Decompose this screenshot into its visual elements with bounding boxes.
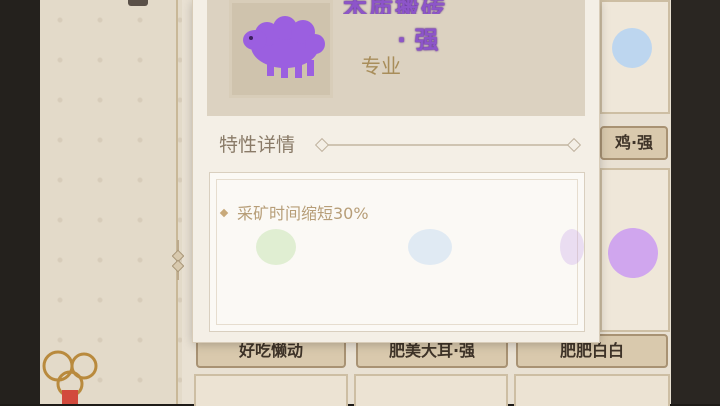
left-divider [176, 0, 178, 404]
ghost-green-icon [256, 229, 296, 265]
trait-text: 采矿时间缩短30% [237, 204, 369, 223]
purple-sheep-icon [243, 16, 325, 78]
left-edge [0, 0, 40, 404]
right-edge [668, 0, 720, 404]
bullet-icon [219, 208, 229, 217]
section-title: 特性详情 [219, 134, 296, 156]
trait-popup: 木质搬砖 · 强 专业 特性详情 采矿时间缩短30% [193, 0, 599, 342]
portrait-frame [229, 0, 333, 98]
section-divider [323, 144, 573, 146]
trait-detail-box [209, 172, 585, 332]
chinese-knot-icon[interactable] [40, 344, 106, 404]
trait-item: 采矿时间缩短30% [219, 200, 369, 224]
background-card-name: 鸡·强 [600, 126, 668, 160]
divider-diamond-icon [314, 137, 330, 153]
top-tab-icon[interactable] [128, 0, 148, 6]
pet-title-line1: 木质搬砖 [343, 0, 447, 14]
background-card[interactable] [194, 374, 348, 406]
background-card[interactable] [354, 374, 508, 406]
pet-title-line2: · 强 [397, 26, 439, 54]
knot-ornament-icon [172, 240, 184, 280]
ghost-purple-icon [560, 229, 584, 265]
pet-category: 专业 [361, 54, 401, 78]
divider-diamond-icon [566, 137, 582, 153]
purple-blob-icon [608, 228, 658, 278]
blue-blob-icon [612, 28, 652, 68]
ghost-blue-icon [408, 229, 452, 265]
background-card[interactable] [514, 374, 670, 406]
